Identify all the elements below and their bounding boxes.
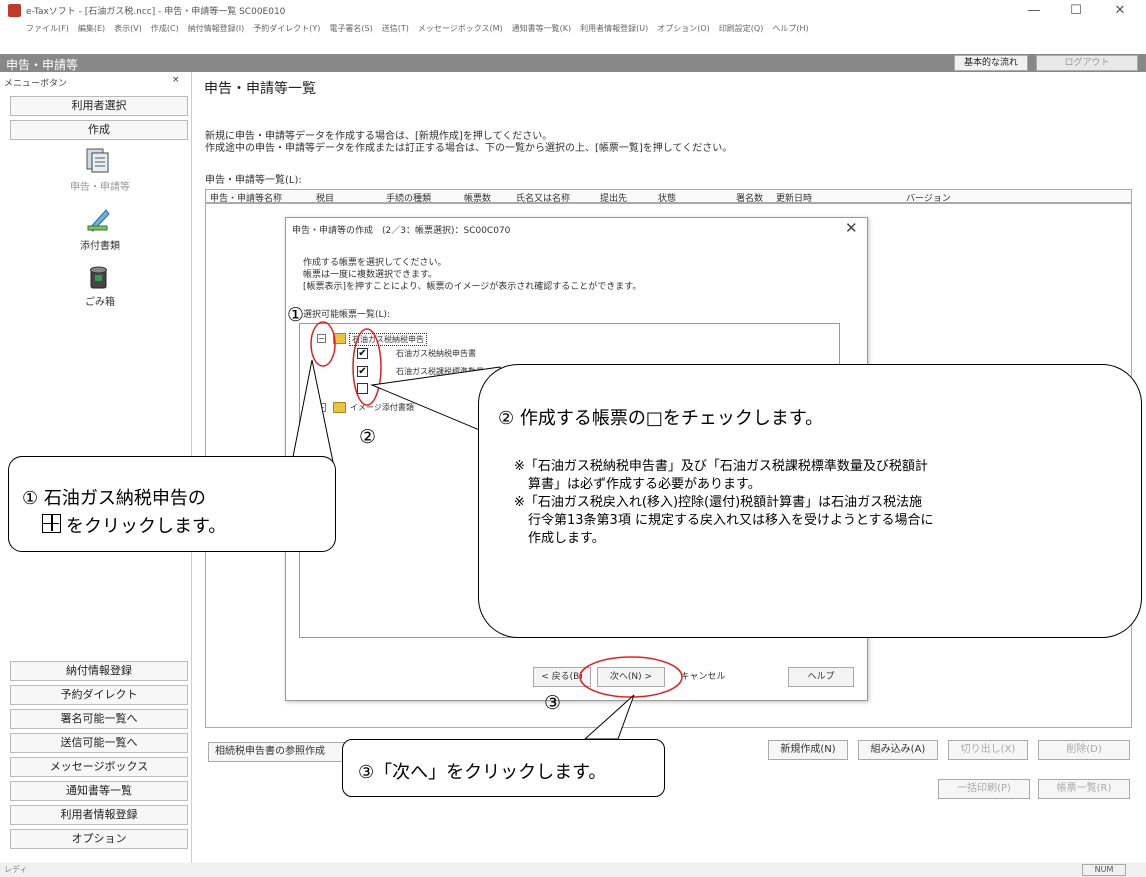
callout-step2-note2b: 行令第13条第3項 に規定する戻入れ又は移入を受けようとする場合に	[528, 513, 934, 528]
dialog-close-icon[interactable]: ✕	[845, 219, 858, 237]
menu-item[interactable]: 表示(V)	[114, 24, 142, 33]
back-button[interactable]: < 戻る(B)	[533, 667, 591, 687]
menu-item[interactable]: ヘルプ(H)	[772, 24, 808, 33]
menu-item[interactable]: 通知書等一覧(K)	[512, 24, 572, 33]
callout-step3-text: ③「次へ」をクリックします。	[358, 762, 607, 783]
tree-node-refund[interactable]: 石油ガス税戻入れ	[396, 383, 460, 394]
dialog-title: 申告・申請等の作成 (2／3：帳票選択)：SC00C070	[292, 226, 511, 236]
collapse-icon[interactable]: −	[317, 334, 326, 343]
maximize-button[interactable]: ☐	[1056, 2, 1096, 20]
tree-node-tax-base[interactable]: 石油ガス税課税標準数量	[396, 366, 484, 377]
callout-step2-note1: ※「石油ガス税納税申告書」及び「石油ガス税課税標準数量及び税額計	[514, 459, 928, 474]
callout-step1-line1: ① 石油ガス納税申告の	[22, 488, 206, 509]
cancel-button[interactable]: キャンセル	[674, 667, 732, 687]
callout-step2-note2c: 作成します。	[528, 531, 605, 546]
menu-item[interactable]: 印刷設定(Q)	[719, 24, 764, 33]
menu-bar: ファイル(F) 編集(E) 表示(V) 作成(C) 納付情報登録(I) 予約ダイレクト(Y…	[26, 23, 818, 37]
sidebar-button-signable[interactable]: 署名可能一覧へ	[10, 709, 188, 729]
checkbox-refund[interactable]	[357, 383, 368, 394]
list-label: 申告・申請等一覧(L):	[205, 175, 302, 186]
list-header: 申告・申請等名称 税目 手続の種類 帳票数 氏名又は名称 提出先 状態 署名数 …	[205, 189, 1132, 204]
status-text: レディ	[4, 865, 28, 874]
next-button[interactable]: 次へ(N) >	[597, 667, 665, 687]
sidebar-item-trash[interactable]: ごみ箱	[40, 293, 160, 308]
num-lock-indicator: NUM	[1082, 864, 1126, 876]
menu-item[interactable]: メッセージボックス(M)	[418, 24, 503, 33]
close-button[interactable]: ✕	[1100, 2, 1140, 20]
folder-icon	[333, 333, 346, 344]
minimize-button[interactable]: —	[1014, 2, 1054, 20]
export-button[interactable]: 切り出し(X)	[948, 740, 1028, 760]
checkbox-tax-return[interactable]: ✔	[357, 348, 368, 359]
expand-icon[interactable]: +	[317, 403, 326, 412]
status-bar	[0, 863, 1146, 877]
step-number-1: ①	[287, 304, 305, 326]
instruction-edit: 作成途中の申告・申請等データを作成または訂正する場合は、下の一覧から選択の上、[…	[205, 143, 733, 154]
form-list-button[interactable]: 帳票一覧(R)	[1038, 779, 1130, 799]
step-number-2: ②	[359, 426, 377, 448]
basic-flow-button[interactable]: 基本的な流れ	[954, 55, 1028, 71]
tree-node-tax-return[interactable]: 石油ガス税納税申告書	[396, 348, 476, 359]
expand-box-icon	[42, 514, 61, 533]
bulk-print-button[interactable]: 一括印刷(P)	[938, 779, 1030, 799]
menu-item[interactable]: オプション(O)	[657, 24, 710, 33]
create-button[interactable]: 作成	[10, 120, 188, 140]
menu-item[interactable]: 利用者情報登録(U)	[580, 24, 648, 33]
app-icon	[8, 4, 21, 17]
callout-step2-title: ② 作成する帳票の□をチェックします。	[498, 408, 824, 429]
callout-step2-note2: ※「石油ガス税戻入れ(移入)控除(還付)税額計算書」は石油ガス税法施	[514, 495, 923, 510]
tree-node-image-attachments[interactable]: イメージ添付書類	[350, 402, 414, 413]
menu-item[interactable]: 作成(C)	[151, 24, 179, 33]
trash-icon[interactable]	[86, 263, 114, 289]
folder-icon	[333, 402, 346, 413]
callout-step2-note1b: 算書」は必ず作成する必要があります。	[528, 477, 761, 492]
step-number-3: ③	[544, 692, 562, 714]
menu-item[interactable]: ファイル(F)	[26, 24, 69, 33]
logout-button[interactable]: ログアウト	[1036, 55, 1138, 71]
sidebar-item-application[interactable]: 申告・申請等	[40, 178, 160, 193]
new-create-button[interactable]: 新規作成(N)	[768, 740, 848, 760]
menu-item[interactable]: 納付情報登録(I)	[188, 24, 245, 33]
sidebar-close-icon[interactable]: ×	[172, 75, 180, 85]
menu-item[interactable]: 送信(T)	[382, 24, 409, 33]
page-title: 申告・申請等一覧	[204, 81, 316, 97]
sidebar-button-userinfo[interactable]: 利用者情報登録	[10, 805, 188, 825]
application-icon[interactable]	[84, 146, 112, 173]
callout-step1-line2: をクリックします。	[66, 516, 227, 537]
tree-node-root[interactable]: 石油ガス税納税申告	[349, 333, 427, 346]
banner-title: 申告・申請等	[6, 58, 79, 72]
sidebar-button-payment[interactable]: 納付情報登録	[10, 661, 188, 681]
attachment-icon[interactable]	[84, 205, 112, 232]
sidebar-button-options[interactable]: オプション	[10, 829, 188, 849]
sidebar-button-notices[interactable]: 通知書等一覧	[10, 781, 188, 801]
delete-button[interactable]: 削除(D)	[1038, 740, 1130, 760]
checkbox-tax-base[interactable]: ✔	[357, 366, 368, 377]
sidebar-item-attachments[interactable]: 添付書類	[40, 237, 160, 252]
window-title: e-Taxソフト - [石油ガス税.ncc] - 申告・申請等一覧 SC00E0…	[26, 7, 286, 17]
sidebar-label: メニューボタン	[4, 79, 68, 89]
import-button[interactable]: 組み込み(A)	[858, 740, 938, 760]
tree-label: 選択可能帳票一覧(L):	[303, 310, 391, 320]
menu-item[interactable]: 予約ダイレクト(Y)	[253, 24, 320, 33]
sidebar-button-reservation[interactable]: 予約ダイレクト	[10, 685, 188, 705]
dialog-instruction-3: [帳票表示]を押すことにより、帳票のイメージが表示され確認することができます。	[303, 282, 642, 292]
menu-item[interactable]: 編集(E)	[78, 24, 105, 33]
user-select-button[interactable]: 利用者選択	[10, 96, 188, 116]
menu-item[interactable]: 電子署名(S)	[329, 24, 372, 33]
help-button[interactable]: ヘルプ	[788, 667, 854, 687]
sidebar-button-sendable[interactable]: 送信可能一覧へ	[10, 733, 188, 753]
sidebar-button-messagebox[interactable]: メッセージボックス	[10, 757, 188, 777]
